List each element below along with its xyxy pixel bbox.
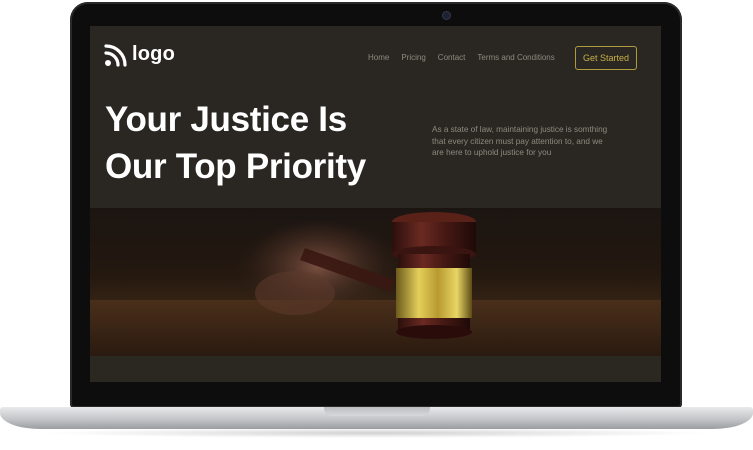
- laptop-shadow: [40, 428, 713, 438]
- nav-link-home[interactable]: Home: [368, 53, 389, 62]
- nav-links: Home Pricing Contact Terms and Condition…: [368, 53, 555, 62]
- laptop-opening-notch: [324, 407, 430, 416]
- nav-link-terms[interactable]: Terms and Conditions: [477, 53, 554, 62]
- hero-description: As a state of law, maintaining justice i…: [432, 125, 608, 157]
- get-started-button[interactable]: Get Started: [575, 46, 637, 70]
- logo-icon[interactable]: [104, 43, 128, 69]
- website-screen: logo Home Pricing Contact Terms and Cond…: [90, 26, 661, 382]
- logo-text[interactable]: logo: [132, 43, 175, 66]
- nav-link-contact[interactable]: Contact: [438, 53, 466, 62]
- screen-bottom-strip: [90, 356, 661, 382]
- nav-link-pricing[interactable]: Pricing: [401, 53, 425, 62]
- hero-title: Your Justice Is Our Top Priority: [105, 100, 366, 186]
- webcam-icon: [443, 12, 450, 19]
- hero-image-gavel: [90, 208, 661, 356]
- gavel-illustration: [90, 212, 661, 356]
